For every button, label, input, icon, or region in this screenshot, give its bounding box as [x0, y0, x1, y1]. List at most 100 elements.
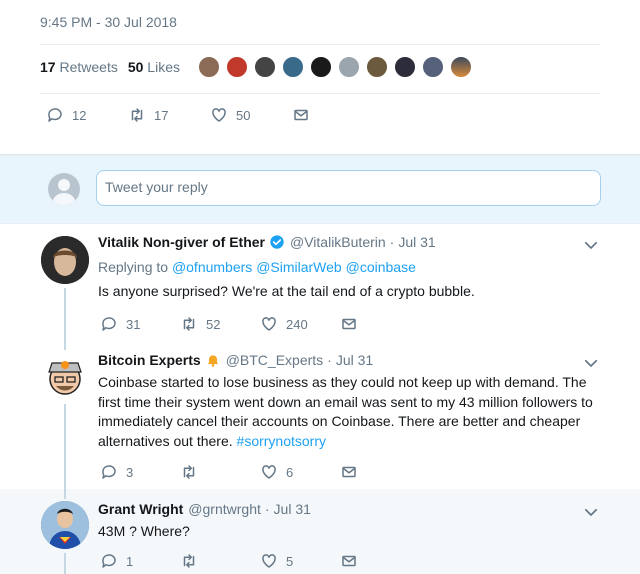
like-action[interactable]: 240	[260, 315, 340, 333]
reply-count: 3	[126, 464, 134, 480]
heart-icon	[262, 554, 276, 568]
reply-count: 12	[72, 107, 87, 123]
chevron-down-icon[interactable]	[582, 236, 600, 254]
user-avatar	[48, 173, 80, 205]
envelope-icon	[342, 318, 356, 330]
like-action[interactable]: 5	[260, 552, 340, 570]
likes-stat[interactable]: 50 Likes	[128, 59, 180, 75]
like-count: 6	[286, 464, 294, 480]
verified-badge-icon	[270, 235, 284, 249]
like-count: 240	[286, 316, 308, 332]
tweet-detail-card: 9:45 PM - 30 Jul 2018 17 Retweets 50 Lik…	[0, 0, 640, 155]
reply-header: Bitcoin Experts @BTC_Experts · Jul 31	[98, 352, 373, 368]
like-action[interactable]: 50	[210, 106, 292, 124]
heart-icon	[262, 317, 276, 331]
dm-action[interactable]	[340, 552, 420, 570]
reply-actions: 3 6	[100, 463, 420, 481]
divider	[40, 44, 600, 45]
separator: ·	[327, 352, 332, 368]
mention-link[interactable]: @SimilarWeb	[256, 259, 342, 275]
like-count: 5	[286, 553, 294, 569]
reply-icon	[102, 554, 116, 568]
tweet-reply-input[interactable]: Tweet your reply	[96, 170, 601, 206]
retweet-action[interactable]	[180, 552, 260, 570]
tweet-timestamp[interactable]: 9:45 PM - 30 Jul 2018	[40, 14, 177, 30]
retweets-stat[interactable]: 17 Retweets	[40, 59, 118, 75]
reply-text: Coinbase started to lose business as the…	[98, 373, 608, 451]
retweet-count: 52	[206, 316, 221, 332]
chevron-down-icon[interactable]	[582, 503, 600, 521]
reply-time[interactable]: Jul 31	[274, 501, 311, 517]
retweets-count: 17	[40, 59, 56, 75]
display-name[interactable]: Vitalik Non-giver of Ether	[98, 234, 265, 250]
reply-count: 1	[126, 553, 134, 569]
display-name[interactable]: Bitcoin Experts	[98, 352, 201, 368]
bitcoin-experts-avatar-icon	[41, 352, 89, 400]
avatar[interactable]	[198, 56, 220, 78]
like-count: 50	[236, 107, 251, 123]
avatar[interactable]	[338, 56, 360, 78]
reply-action[interactable]: 1	[100, 552, 180, 570]
avatar[interactable]	[41, 236, 89, 284]
reply-tweet[interactable]: Grant Wright @grntwrght · Jul 31 43M ? W…	[0, 489, 640, 574]
retweet-action[interactable]	[180, 463, 260, 481]
retweet-icon	[183, 465, 195, 479]
mention-link[interactable]: @coinbase	[346, 259, 416, 275]
retweet-icon	[183, 317, 195, 331]
avatar[interactable]	[422, 56, 444, 78]
reply-icon	[102, 465, 116, 479]
dm-action[interactable]	[340, 463, 420, 481]
avatar[interactable]	[226, 56, 248, 78]
reply-composer: Tweet your reply	[0, 156, 640, 223]
reply-action[interactable]: 12	[46, 106, 128, 124]
avatar[interactable]	[366, 56, 388, 78]
replying-to-label: Replying to	[98, 259, 169, 275]
user-handle[interactable]: @grntwrght	[188, 501, 261, 517]
likes-count: 50	[127, 59, 144, 75]
liker-avatars	[198, 56, 472, 78]
hashtag-link[interactable]: #sorrynotsorry	[237, 433, 326, 449]
envelope-icon	[294, 109, 308, 121]
default-user-icon	[52, 179, 76, 205]
user-handle[interactable]: @BTC_Experts	[226, 352, 323, 368]
reply-action[interactable]: 3	[100, 463, 180, 481]
dm-action[interactable]	[340, 315, 420, 333]
avatar[interactable]	[394, 56, 416, 78]
thread-line	[64, 489, 66, 499]
reply-icon	[102, 317, 116, 331]
thread-line	[64, 342, 66, 350]
reply-text: Is anyone surprised? We're at the tail e…	[98, 283, 475, 299]
thread-line	[64, 553, 66, 574]
like-action[interactable]: 6	[260, 463, 340, 481]
reply-header: Grant Wright @grntwrght · Jul 31	[98, 501, 311, 517]
display-name[interactable]: Grant Wright	[98, 501, 183, 517]
reply-count: 31	[126, 316, 141, 332]
reply-time[interactable]: Jul 31	[398, 234, 435, 250]
divider	[40, 93, 600, 94]
avatar[interactable]	[450, 56, 472, 78]
replying-to: Replying to @ofnumbers @SimilarWeb @coin…	[98, 258, 608, 278]
reply-text: 43M ? Where?	[98, 523, 190, 539]
retweet-action[interactable]: 17	[128, 106, 210, 124]
retweet-icon	[183, 554, 195, 568]
avatar[interactable]	[282, 56, 304, 78]
chevron-down-icon[interactable]	[582, 354, 600, 372]
reply-tweet[interactable]: Vitalik Non-giver of Ether @VitalikButer…	[0, 224, 640, 342]
reply-time[interactable]: Jul 31	[336, 352, 373, 368]
retweet-action[interactable]: 52	[180, 315, 260, 333]
user-handle[interactable]: @VitalikButerin	[290, 234, 386, 250]
reply-body: Coinbase started to lose business as the…	[98, 374, 593, 449]
avatar[interactable]	[41, 501, 89, 549]
mention-link[interactable]: @ofnumbers	[172, 259, 252, 275]
dm-action[interactable]	[292, 106, 310, 124]
avatar[interactable]	[310, 56, 332, 78]
retweet-icon	[131, 108, 143, 122]
thread-line	[64, 288, 66, 342]
avatar[interactable]	[254, 56, 276, 78]
superman-avatar-icon	[41, 501, 89, 549]
avatar[interactable]	[41, 352, 89, 400]
separator: ·	[264, 501, 270, 517]
reply-tweet[interactable]: Bitcoin Experts @BTC_Experts · Jul 31 Co…	[0, 342, 640, 489]
retweet-count: 17	[154, 107, 169, 123]
reply-action[interactable]: 31	[100, 315, 180, 333]
